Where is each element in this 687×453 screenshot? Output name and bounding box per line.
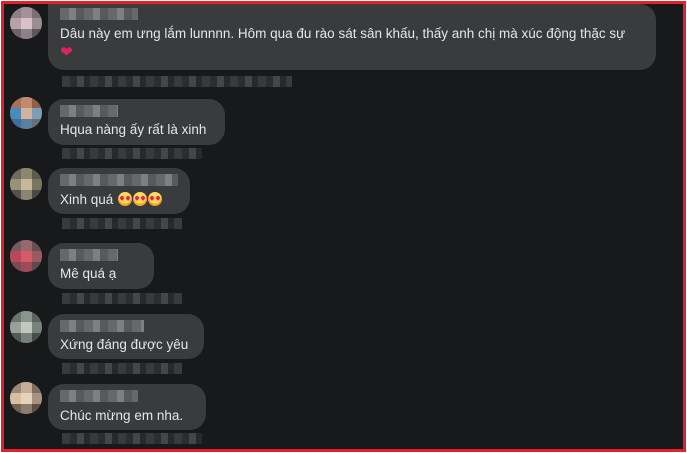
author-name[interactable] bbox=[60, 320, 144, 332]
comment-emoji-line: ❤ bbox=[60, 44, 73, 62]
comment-bubble: Xứng đáng được yêu bbox=[48, 314, 204, 359]
comment-text-content: Xinh quá bbox=[60, 192, 114, 207]
author-name[interactable] bbox=[60, 174, 178, 186]
comment-text-content: Dâu này em ưng lắm lunnnn. Hôm qua đu rà… bbox=[60, 26, 626, 41]
smiling-face-with-hearts-icon bbox=[118, 192, 133, 206]
comment-meta[interactable] bbox=[62, 433, 202, 444]
comment-bubble: Xinh quá bbox=[48, 168, 190, 214]
author-name[interactable] bbox=[60, 105, 118, 117]
avatar[interactable] bbox=[10, 168, 42, 200]
comment-meta[interactable] bbox=[62, 293, 182, 304]
author-name[interactable] bbox=[60, 8, 138, 20]
smiling-face-with-hearts-icon bbox=[148, 192, 163, 206]
comment-meta[interactable] bbox=[62, 148, 202, 159]
comment-bubble: Dâu này em ưng lắm lunnnn. Hôm qua đu rà… bbox=[48, 4, 656, 70]
comment-text: Chúc mừng em nha. bbox=[60, 408, 184, 423]
comment-meta[interactable] bbox=[62, 363, 182, 374]
red-heart-icon: ❤ bbox=[60, 44, 73, 61]
comment-bubble: Mê quá ạ bbox=[48, 243, 154, 289]
avatar[interactable] bbox=[10, 7, 42, 39]
author-name[interactable] bbox=[60, 249, 118, 261]
comment-text: Dâu này em ưng lắm lunnnn. Hôm qua đu rà… bbox=[60, 25, 625, 43]
avatar[interactable] bbox=[10, 382, 42, 414]
avatar[interactable] bbox=[10, 97, 42, 129]
comment-text: Mê quá ạ bbox=[60, 266, 117, 281]
smiling-face-with-hearts-icon bbox=[133, 192, 148, 206]
comments-panel: Dâu này em ưng lắm lunnnn. Hôm qua đu rà… bbox=[1, 1, 686, 452]
avatar[interactable] bbox=[10, 240, 42, 272]
author-name[interactable] bbox=[60, 390, 138, 402]
comment-bubble: Hqua nàng ấy rất là xinh bbox=[48, 99, 225, 145]
avatar[interactable] bbox=[10, 311, 42, 343]
comment-meta[interactable] bbox=[62, 218, 182, 229]
comment-meta[interactable] bbox=[62, 76, 292, 87]
comment-bubble: Chúc mừng em nha. bbox=[48, 384, 206, 430]
comment-text: Hqua nàng ấy rất là xinh bbox=[60, 122, 207, 137]
comment-text: Xứng đáng được yêu bbox=[60, 337, 189, 352]
comment-text: Xinh quá bbox=[60, 191, 163, 209]
